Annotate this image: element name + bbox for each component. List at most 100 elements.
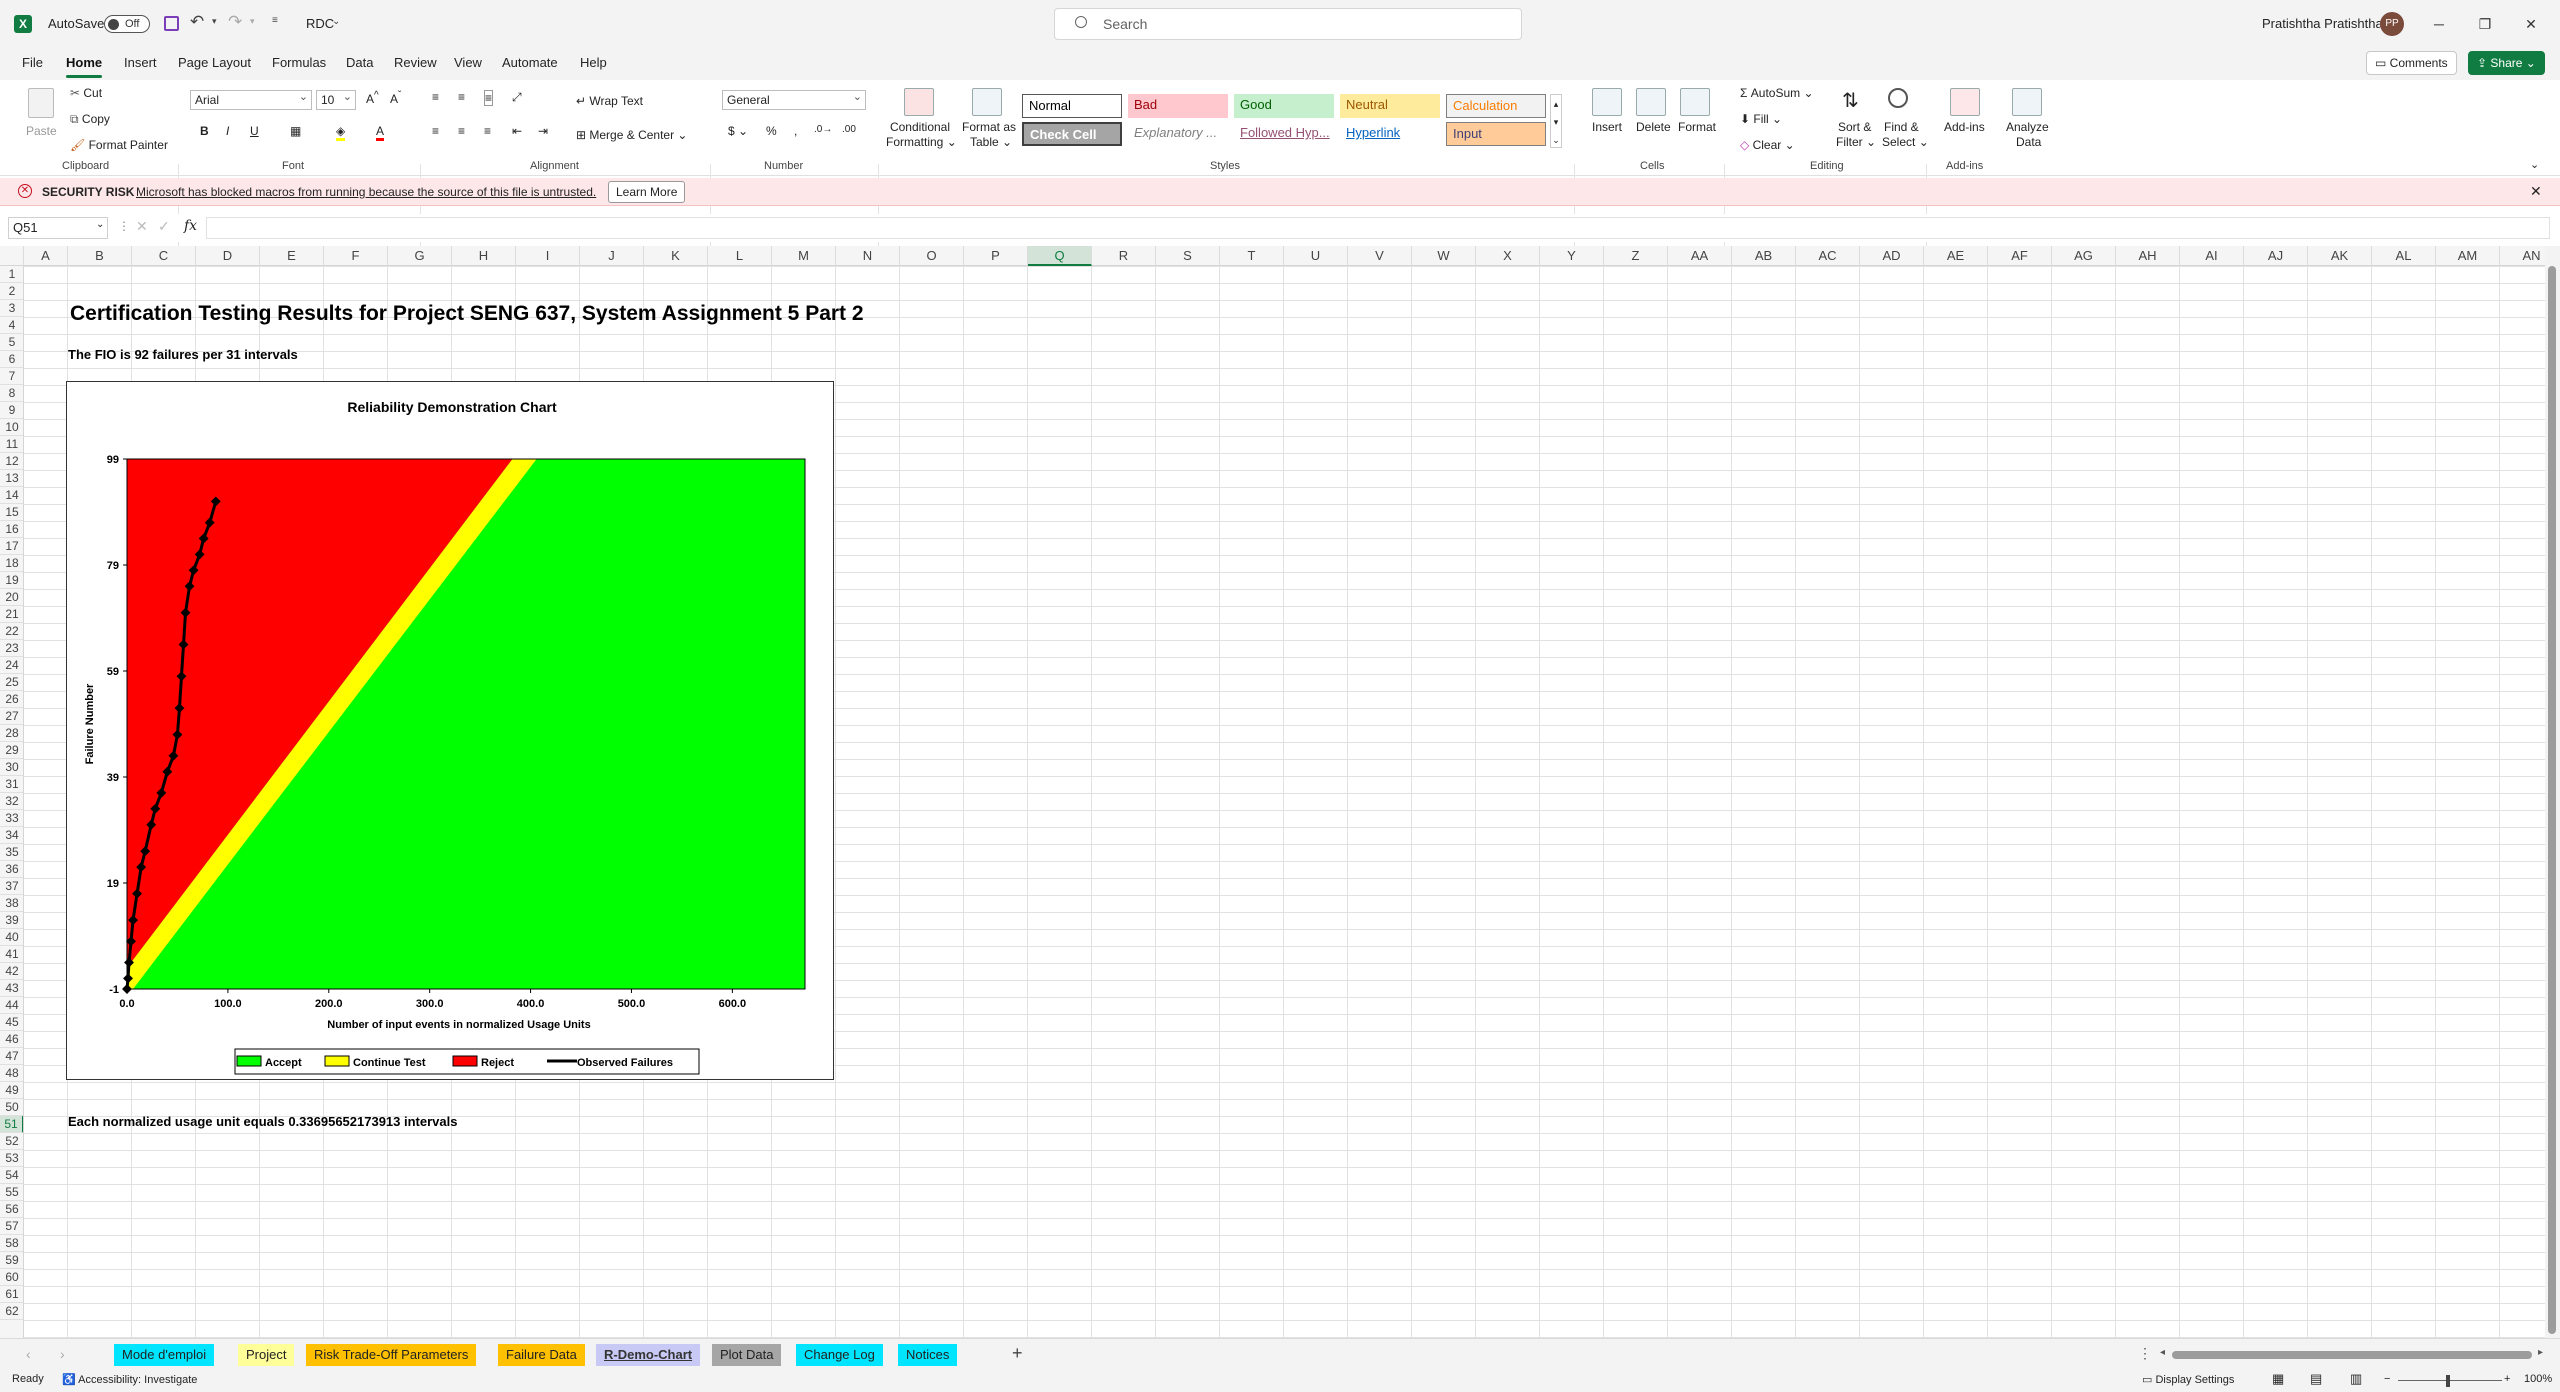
increase-decimal-icon[interactable]: .0→ [814,124,832,135]
row-header-21[interactable]: 21 [0,606,23,623]
page-layout-view-icon[interactable]: ▤ [2310,1371,2322,1387]
column-header-u[interactable]: U [1284,246,1348,266]
row-header-8[interactable]: 8 [0,385,23,402]
enter-formula-icon[interactable]: ✓ [158,218,170,235]
insert-cells-icon[interactable] [1592,88,1622,116]
column-header-y[interactable]: Y [1540,246,1604,266]
row-header-39[interactable]: 39 [0,912,23,929]
dismiss-warning-icon[interactable]: ✕ [2530,183,2542,200]
row-header-16[interactable]: 16 [0,521,23,538]
row-header-15[interactable]: 15 [0,504,23,521]
redo-icon[interactable]: ↷ [228,12,242,32]
row-header-47[interactable]: 47 [0,1048,23,1065]
style-normal[interactable]: Normal [1022,94,1122,118]
analyze-data-label-1[interactable]: Analyze [2006,120,2049,134]
collapse-ribbon-icon[interactable]: ⌄ [2530,158,2539,171]
column-header-f[interactable]: F [324,246,388,266]
delete-cells-icon[interactable] [1636,88,1666,116]
row-header-28[interactable]: 28 [0,725,23,742]
row-header-34[interactable]: 34 [0,827,23,844]
column-header-z[interactable]: Z [1604,246,1668,266]
insert-cells-button[interactable]: Insert [1592,120,1622,134]
row-header-40[interactable]: 40 [0,929,23,946]
tab-page-layout[interactable]: Page Layout [178,48,251,80]
row-header-50[interactable]: 50 [0,1099,23,1116]
row-header-11[interactable]: 11 [0,436,23,453]
sort-filter-label-1[interactable]: Sort & [1838,120,1871,134]
tab-home[interactable]: Home [66,48,103,80]
row-header-1[interactable]: 1 [0,266,23,283]
row-header-42[interactable]: 42 [0,963,23,980]
style-input[interactable]: Input [1446,122,1546,146]
row-header-35[interactable]: 35 [0,844,23,861]
conditional-formatting-label-2[interactable]: Formatting ⌄ [886,135,957,149]
font-size-combo[interactable]: 10 [316,88,356,110]
column-header-ah[interactable]: AH [2116,246,2180,266]
font-name-combo[interactable]: Arial [190,88,312,110]
column-header-a[interactable]: A [24,246,68,266]
styles-gallery-scroll-icon[interactable]: ▴ ▾ ⌄ [1550,94,1562,148]
row-header-48[interactable]: 48 [0,1065,23,1082]
sheet-tab-notices[interactable]: Notices [898,1344,958,1366]
fill-button[interactable]: ⬇ Fill ⌄ [1740,112,1782,126]
increase-indent-icon[interactable]: ⇥ [538,124,548,138]
find-select-label-1[interactable]: Find & [1884,120,1919,134]
row-header-59[interactable]: 59 [0,1252,23,1269]
column-header-ae[interactable]: AE [1924,246,1988,266]
tab-review[interactable]: Review [394,48,437,80]
name-box-chevron-icon[interactable]: ⌄ [96,219,104,230]
column-header-q[interactable]: Q [1028,246,1092,266]
grow-font-icon[interactable]: A^ [366,90,379,106]
formula-options-icon[interactable]: ⋮ [118,219,130,233]
column-header-af[interactable]: AF [1988,246,2052,266]
learn-more-button[interactable]: Learn More [608,181,686,203]
column-header-o[interactable]: O [900,246,964,266]
customize-toolbar-icon[interactable]: ≡ [272,15,278,26]
currency-icon[interactable]: $ ⌄ [728,124,748,138]
column-header-h[interactable]: H [452,246,516,266]
column-header-g[interactable]: G [388,246,452,266]
column-header-k[interactable]: K [644,246,708,266]
row-header-55[interactable]: 55 [0,1184,23,1201]
tab-data[interactable]: Data [346,48,373,80]
column-header-ag[interactable]: AG [2052,246,2116,266]
minimize-icon[interactable]: ─ [2416,0,2462,48]
column-header-ak[interactable]: AK [2308,246,2372,266]
add-ins-button[interactable]: Add-ins [1944,120,1985,134]
avatar[interactable]: PP [2380,12,2404,36]
format-as-table-icon[interactable] [972,88,1002,116]
row-header-29[interactable]: 29 [0,742,23,759]
row-header-19[interactable]: 19 [0,572,23,589]
sort-filter-icon[interactable]: ⇅ [1842,88,1859,113]
decrease-indent-icon[interactable]: ⇤ [512,124,522,138]
tab-automate[interactable]: Automate [502,48,558,80]
row-header-58[interactable]: 58 [0,1235,23,1252]
row-header-7[interactable]: 7 [0,368,23,385]
decrease-decimal-icon[interactable]: .00 [842,124,856,135]
row-header-57[interactable]: 57 [0,1218,23,1235]
row-header-53[interactable]: 53 [0,1150,23,1167]
row-header-10[interactable]: 10 [0,419,23,436]
sheet-tab-risk-trade-off-parameters[interactable]: Risk Trade-Off Parameters [306,1344,477,1366]
find-select-label-2[interactable]: Select ⌄ [1882,135,1929,149]
column-header-t[interactable]: T [1220,246,1284,266]
insert-function-icon[interactable]: fx [184,218,197,234]
zoom-level[interactable]: 100% [2524,1373,2552,1385]
zoom-in-icon[interactable]: + [2504,1373,2510,1385]
column-header-ai[interactable]: AI [2180,246,2244,266]
column-header-w[interactable]: W [1412,246,1476,266]
comma-icon[interactable]: , [794,124,797,138]
column-header-r[interactable]: R [1092,246,1156,266]
style-followed-hyperlink[interactable]: Followed Hyp... [1234,122,1334,146]
filename-chevron-icon[interactable]: ⌄ [332,16,340,27]
display-settings-button[interactable]: ▭ Display Settings [2142,1373,2234,1386]
number-format-combo[interactable]: General [722,88,866,110]
column-header-ad[interactable]: AD [1860,246,1924,266]
align-middle-icon[interactable]: ≡ [458,90,465,104]
sort-filter-label-2[interactable]: Filter ⌄ [1836,135,1876,149]
redo-dropdown-icon[interactable]: ▾ [250,16,255,27]
user-name[interactable]: Pratishtha Pratishtha [2262,0,2383,48]
row-header-14[interactable]: 14 [0,487,23,504]
file-name[interactable]: RDC [306,0,334,48]
autosave-toggle[interactable]: Off [104,15,150,33]
